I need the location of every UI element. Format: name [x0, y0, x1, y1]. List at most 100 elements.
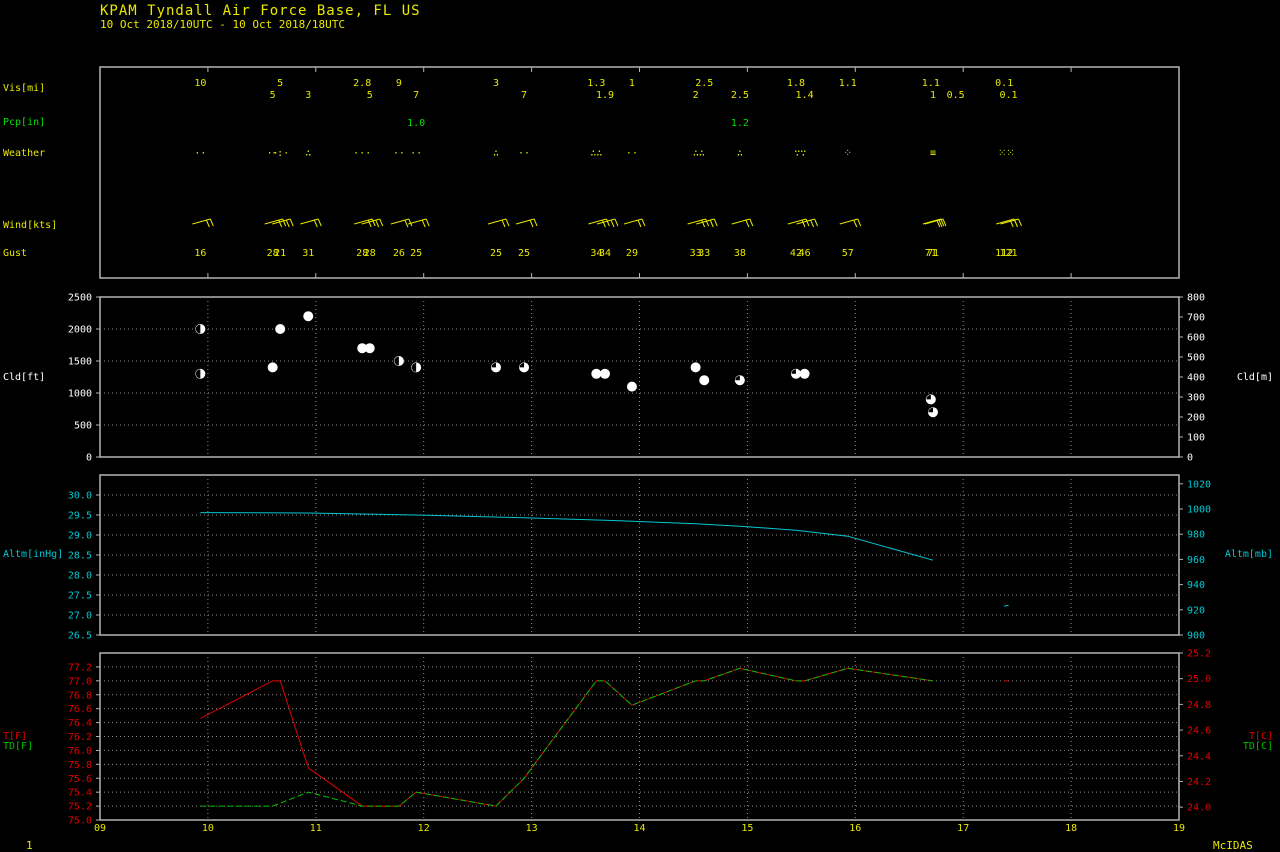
cloud-point-shade: [791, 369, 796, 374]
wind-barb: [487, 218, 510, 228]
weather-symbol: ∴: [737, 148, 743, 159]
gust-value: 26: [393, 248, 405, 259]
gust-value: 28: [364, 248, 376, 259]
cloud-left-tick-label: 2500: [68, 293, 92, 304]
weather-label: Weather: [3, 148, 45, 159]
visibility-value: 2.8: [353, 78, 371, 89]
gust-value: 33: [698, 248, 710, 259]
cloud-right-tick-label: 400: [1187, 373, 1205, 384]
temp-right-tick-label: 24.6: [1187, 726, 1211, 737]
temp-left-tick-label: 76.8: [68, 690, 92, 701]
cloud-right-tick-label: 0: [1187, 453, 1193, 464]
cloud-point: [267, 362, 278, 373]
gust-value: 57: [842, 248, 854, 259]
altm-left-tick-label: 28.5: [68, 551, 92, 562]
temp-left-tick-label: 75.8: [68, 760, 92, 771]
altm-left-tick-label: 27.0: [68, 611, 92, 622]
visibility-value: 0.1: [999, 90, 1017, 101]
visibility-value: 2: [693, 90, 699, 101]
weather-symbol: ··: [518, 148, 530, 159]
cloud-point: [690, 362, 701, 373]
altm-left-tick-label: 29.5: [68, 511, 92, 522]
temp-left-tick-label: 75.4: [68, 788, 92, 799]
precip-value: 1.2: [731, 118, 749, 129]
altm-left-tick-label: 27.5: [68, 591, 92, 602]
wind-barb: [839, 218, 862, 228]
weather-symbol: ··: [194, 148, 206, 159]
temp-right-tick-label: 24.4: [1187, 751, 1211, 762]
wind-barb: [390, 218, 413, 228]
visibility-value: 0.1: [995, 78, 1013, 89]
altm-right-tick-label: 1000: [1187, 505, 1211, 516]
visibility-value: 1.3: [587, 78, 605, 89]
altm-left-tick-label: 28.0: [68, 571, 92, 582]
cld-m-label: Cld[m]: [1237, 372, 1273, 383]
cloud-left-tick-label: 2000: [68, 325, 92, 336]
visibility-value: 3: [493, 78, 499, 89]
weather-symbol: ·:·: [271, 148, 289, 159]
wind-barb: [515, 218, 538, 228]
vis-label: Vis[mi]: [3, 83, 45, 94]
cloud-right-tick-label: 800: [1187, 293, 1205, 304]
visibility-value: 7: [413, 90, 419, 101]
cloud-point: [599, 368, 610, 379]
temp-left-tick-label: 77.2: [68, 662, 92, 673]
cloud-point: [591, 368, 602, 379]
x-tick-label: 10: [202, 823, 214, 834]
visibility-value: 5: [270, 90, 276, 101]
visibility-value: 1.9: [596, 90, 614, 101]
cloud-point: [364, 343, 375, 354]
temp-left-tick-label: 75.6: [68, 774, 92, 785]
wind-barb: [731, 218, 754, 228]
temp-right-tick-label: 25.2: [1187, 649, 1211, 660]
visibility-value: 0.5: [947, 90, 965, 101]
temp-left-tick-label: 77.0: [68, 676, 92, 687]
precip-value: 1.0: [407, 118, 425, 129]
weather-symbol: ···: [353, 148, 371, 159]
x-tick-label: 18: [1065, 823, 1077, 834]
gust-value: 25: [490, 248, 502, 259]
altimeter-line: [1004, 604, 1009, 607]
gust-value: 46: [799, 248, 811, 259]
altm-left-tick-label: 30.0: [68, 491, 92, 502]
altm-mb-label: Altm[mb]: [1225, 549, 1273, 560]
cloud-point-shade: [926, 394, 931, 400]
temp-left-tick-label: 76.4: [68, 718, 92, 729]
temp-left-tick-label: 76.0: [68, 746, 92, 757]
cloud-point-shade: [491, 362, 496, 368]
temp-panel-frame: [99, 652, 1180, 821]
weather-symbol: ∴: [305, 148, 311, 159]
temp-right-tick-label: 25.0: [1187, 674, 1211, 685]
td-c-label: TD[C]: [1243, 741, 1273, 752]
x-tick-label: 13: [526, 823, 538, 834]
dewpoint-line: [200, 667, 934, 807]
altm-right-tick-label: 1020: [1187, 479, 1211, 490]
weather-symbol: ≡: [930, 148, 936, 159]
pcp-label: Pcp[in]: [3, 117, 45, 128]
x-tick-label: 19: [1173, 823, 1185, 834]
visibility-value: 7: [521, 90, 527, 101]
visibility-value: 2.5: [731, 90, 749, 101]
cloud-point: [699, 375, 710, 386]
gust-value: 34: [599, 248, 611, 259]
visibility-value: 1.1: [839, 78, 857, 89]
visibility-value: 10: [194, 78, 206, 89]
weather-symbol: ∵∵: [794, 148, 806, 159]
cloud-point: [303, 311, 314, 322]
visibility-value: 1.4: [796, 90, 814, 101]
wind-barb: [623, 218, 646, 228]
temp-left-tick-label: 76.6: [68, 704, 92, 715]
visibility-value: 5: [277, 78, 283, 89]
temp-right-tick-label: 24.2: [1187, 777, 1211, 788]
gust-value: 29: [626, 248, 638, 259]
mcidas-brand: McIDAS: [1213, 839, 1253, 852]
weather-symbol: ∴: [493, 148, 499, 159]
cloud-right-tick-label: 600: [1187, 333, 1205, 344]
gust-value: 121: [999, 248, 1017, 259]
x-tick-label: 09: [94, 823, 106, 834]
x-tick-label: 12: [418, 823, 430, 834]
altimeter-line: [200, 512, 934, 561]
weather-symbol: ⁘: [844, 148, 852, 159]
gust-value: 16: [194, 248, 206, 259]
page-number: 1: [26, 839, 33, 852]
